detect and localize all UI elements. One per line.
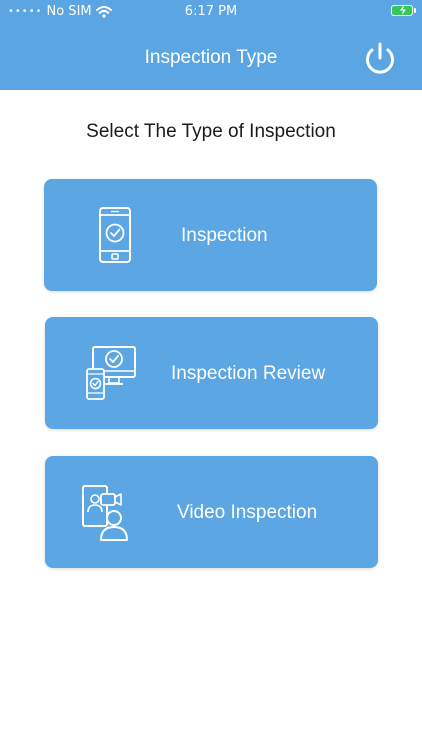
inspection-label: Inspection (181, 225, 268, 246)
video-inspection-button[interactable]: Video Inspection (45, 456, 378, 568)
section-heading: Select The Type of Inspection (86, 121, 336, 142)
charging-bolt-icon (400, 5, 406, 15)
inspection-review-label: Inspection Review (171, 363, 326, 384)
page-title: Inspection Type (144, 47, 278, 68)
status-bar: ••••• No SIM 6:17 PM (0, 0, 422, 24)
battery-icon (391, 5, 416, 16)
status-time: 6:17 PM (184, 4, 238, 19)
phone-check-icon (99, 207, 131, 263)
monitor-phone-check-icon (86, 346, 136, 400)
top-bar: ••••• No SIM 6:17 PM Inspection Type (0, 0, 422, 90)
video-inspection-label: Video Inspection (177, 502, 318, 523)
inspection-review-button[interactable]: Inspection Review (45, 317, 378, 429)
video-call-icon (82, 485, 128, 541)
power-icon[interactable] (361, 40, 399, 78)
inspection-button[interactable]: Inspection (44, 179, 377, 291)
